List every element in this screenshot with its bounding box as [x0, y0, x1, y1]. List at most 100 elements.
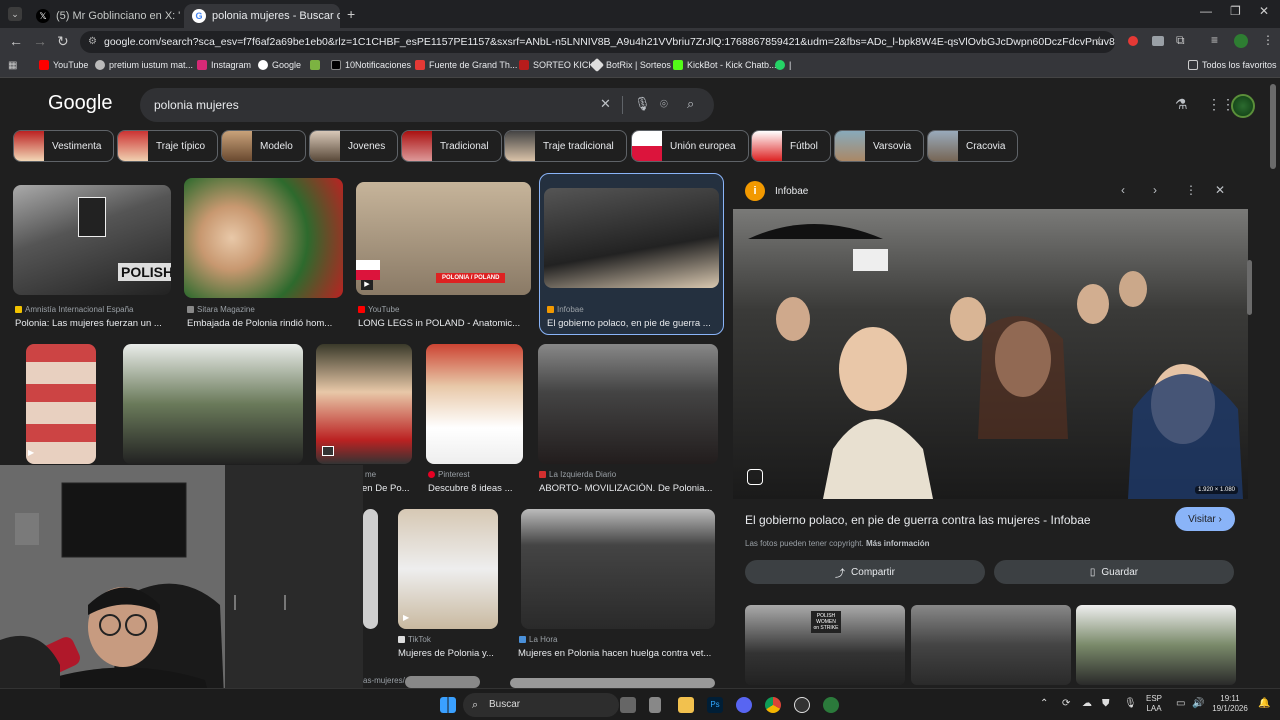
show-hidden-icons[interactable]: ⌃: [1040, 699, 1048, 709]
result-image[interactable]: ▶ POLONIA / POLAND: [356, 182, 531, 295]
language-indicator[interactable]: ESP LAA: [1146, 694, 1162, 714]
search-icon[interactable]: ⌕: [687, 96, 694, 112]
search-box[interactable]: polonia mujeres ✕ 🎙 ⌾ ⌕: [140, 88, 714, 122]
chip-modelo[interactable]: Modelo: [221, 130, 306, 162]
voice-search-icon[interactable]: 🎙: [634, 96, 651, 112]
bookmark-star-icon[interactable]: ☆: [1094, 34, 1105, 48]
result-image[interactable]: [426, 344, 523, 464]
all-bookmarks[interactable]: Todos los favoritos: [1188, 60, 1277, 70]
related-image[interactable]: [911, 605, 1071, 685]
previous-icon[interactable]: ‹: [1121, 183, 1125, 197]
save-button[interactable]: ▯ Guardar: [994, 560, 1234, 584]
globe-app-icon[interactable]: [823, 697, 839, 713]
visit-button[interactable]: Visitar ›: [1175, 507, 1235, 531]
apps-grid-icon[interactable]: ▦: [8, 60, 17, 71]
close-preview-icon[interactable]: ✕: [1215, 183, 1225, 197]
result-image[interactable]: [538, 344, 718, 464]
result-image[interactable]: [184, 178, 343, 298]
result-image[interactable]: [316, 344, 412, 464]
google-logo[interactable]: Google: [48, 92, 113, 115]
chip-jovenes[interactable]: Jovenes: [309, 130, 399, 162]
tray-mic-icon[interactable]: 🎙: [1124, 699, 1137, 709]
new-tab-icon[interactable]: +: [347, 6, 355, 22]
bookmark-grand-theft[interactable]: Fuente de Grand Th...: [415, 60, 517, 70]
chrome-icon[interactable]: [765, 697, 781, 713]
page-scrollbar[interactable]: [1270, 84, 1276, 169]
file-explorer-icon[interactable]: [678, 697, 694, 713]
result-image[interactable]: [510, 678, 715, 688]
result-image[interactable]: ▶: [26, 344, 96, 464]
tab-search-icon[interactable]: ⌄: [8, 7, 22, 21]
result-caption[interactable]: en De Po...: [362, 483, 412, 494]
bookmark-sorteo-kick[interactable]: SORTEO KICK: [519, 60, 594, 70]
tray-app-icon[interactable]: ⟳: [1062, 699, 1070, 709]
maximize-icon[interactable]: ❐: [1230, 4, 1241, 18]
reload-icon[interactable]: ↻: [57, 33, 69, 50]
chip-varsovia[interactable]: Varsovia: [834, 130, 925, 162]
notifications-icon[interactable]: 🔔: [1258, 699, 1270, 709]
result-image[interactable]: [123, 344, 303, 464]
search-input[interactable]: polonia mujeres: [154, 98, 239, 112]
taskbar-search[interactable]: ⌕ Buscar: [463, 693, 619, 717]
obs-icon[interactable]: [794, 697, 810, 713]
result-image[interactable]: ▶: [398, 509, 498, 629]
result-image[interactable]: [521, 509, 715, 629]
bookmark-kickbot[interactable]: KickBot - Kick Chatb...: [673, 60, 777, 70]
result-image[interactable]: [405, 676, 480, 688]
minimize-icon[interactable]: —: [1200, 4, 1212, 18]
chip-traje-tradicional[interactable]: Traje tradicional: [504, 130, 627, 162]
result-caption[interactable]: LONG LEGS in POLAND - Anatomic...: [358, 318, 528, 329]
lens-icon[interactable]: [747, 469, 763, 485]
extensions-puzzle-icon[interactable]: ⧉: [1176, 33, 1185, 48]
result-caption[interactable]: Polonia: Las mujeres fuerzan un ...: [15, 318, 171, 329]
more-options-icon[interactable]: ⋮: [1185, 183, 1197, 197]
photoshop-icon[interactable]: Ps: [707, 697, 723, 713]
preview-source[interactable]: i Infobae: [745, 181, 808, 201]
reading-list-icon[interactable]: ≡: [1211, 33, 1218, 47]
close-window-icon[interactable]: ✕: [1259, 4, 1269, 18]
more-info-link[interactable]: Más información: [866, 539, 930, 548]
next-icon[interactable]: ›: [1153, 183, 1157, 197]
bookmark-pretium[interactable]: pretium iustum mat...: [95, 60, 193, 70]
bookmark-whatsapp[interactable]: |: [775, 60, 791, 70]
discord-icon[interactable]: [736, 697, 752, 713]
task-view-icon[interactable]: [620, 697, 636, 713]
result-caption[interactable]: ABORTO- MOVILIZACIÓN. De Polonia...: [539, 483, 719, 494]
profile-avatar[interactable]: [1234, 34, 1248, 48]
share-button[interactable]: ⤴ Compartir: [745, 560, 985, 584]
preview-image[interactable]: 1.920 × 1.080: [733, 209, 1248, 499]
tray-shield-icon[interactable]: ⛊: [1102, 699, 1110, 709]
windows-start-icon[interactable]: [440, 697, 456, 713]
bookmark-10notificaciones[interactable]: 10Notificaciones: [331, 60, 411, 70]
site-info-icon[interactable]: ⚙: [88, 31, 97, 53]
forward-icon[interactable]: →: [33, 33, 47, 49]
chip-futbol[interactable]: Fútbol: [751, 130, 831, 162]
panel-scrollbar[interactable]: [1247, 260, 1252, 315]
related-image[interactable]: [1076, 605, 1236, 685]
chip-cracovia[interactable]: Cracovia: [927, 130, 1019, 162]
preview-title[interactable]: El gobierno polaco, en pie de guerra con…: [745, 513, 1091, 527]
result-image-selected[interactable]: [544, 188, 719, 288]
volume-icon[interactable]: 🔊: [1192, 699, 1204, 709]
result-caption[interactable]: El gobierno polaco, en pie de guerra ...: [547, 318, 717, 329]
result-image[interactable]: POLISH: [13, 185, 171, 295]
network-icon[interactable]: ▭: [1176, 699, 1185, 709]
tab-google-search[interactable]: G polonia mujeres - Buscar con G ✕: [184, 4, 340, 28]
labs-flask-icon[interactable]: ⚗: [1175, 96, 1188, 113]
account-avatar[interactable]: [1231, 94, 1255, 118]
bookmark-botrix[interactable]: BotRix | Sorteos: [589, 57, 671, 73]
result-caption[interactable]: Mujeres de Polonia y...: [398, 648, 498, 659]
clear-search-icon[interactable]: ✕: [600, 96, 611, 112]
chip-union-europea[interactable]: Unión europea: [631, 130, 749, 162]
browser-menu-icon[interactable]: ⋮: [1262, 33, 1274, 47]
back-icon[interactable]: ←: [9, 33, 23, 49]
bookmark-instagram[interactable]: Instagram: [197, 60, 251, 70]
result-caption[interactable]: Embajada de Polonia rindió hom...: [187, 318, 343, 329]
extension-icon[interactable]: [1152, 36, 1164, 46]
result-caption[interactable]: Mujeres en Polonia hacen huelga contra v…: [518, 648, 714, 659]
clock[interactable]: 19:11 19/1/2026: [1208, 694, 1252, 714]
pinned-app-icon[interactable]: [649, 697, 661, 713]
address-bar[interactable]: ⚙ google.com/search?sca_esv=f7f6af2a69be…: [80, 31, 1115, 53]
chip-tradicional[interactable]: Tradicional: [401, 130, 502, 162]
result-image[interactable]: [363, 509, 378, 629]
